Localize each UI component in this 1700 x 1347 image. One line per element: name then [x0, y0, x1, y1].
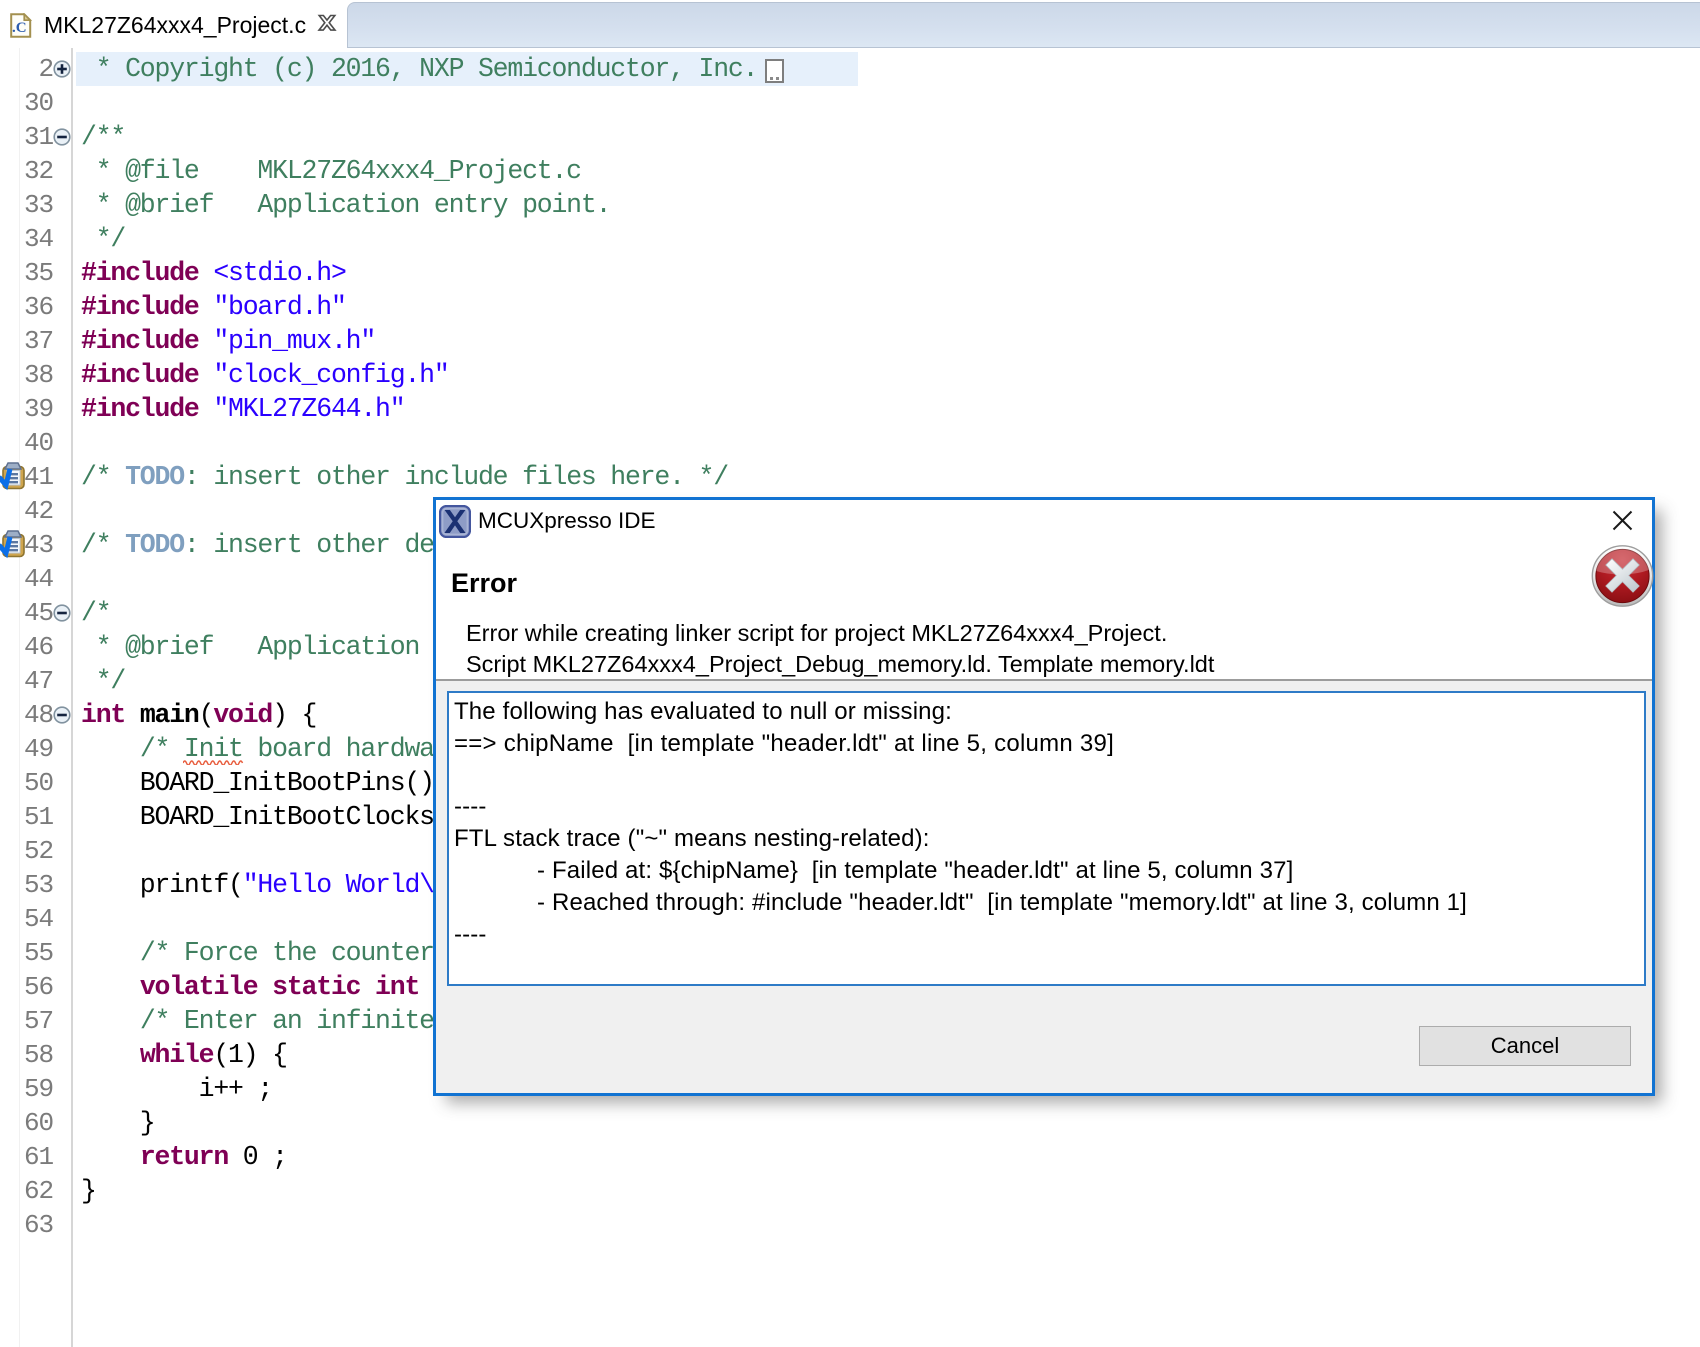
svg-text:.C: .C: [12, 20, 27, 36]
